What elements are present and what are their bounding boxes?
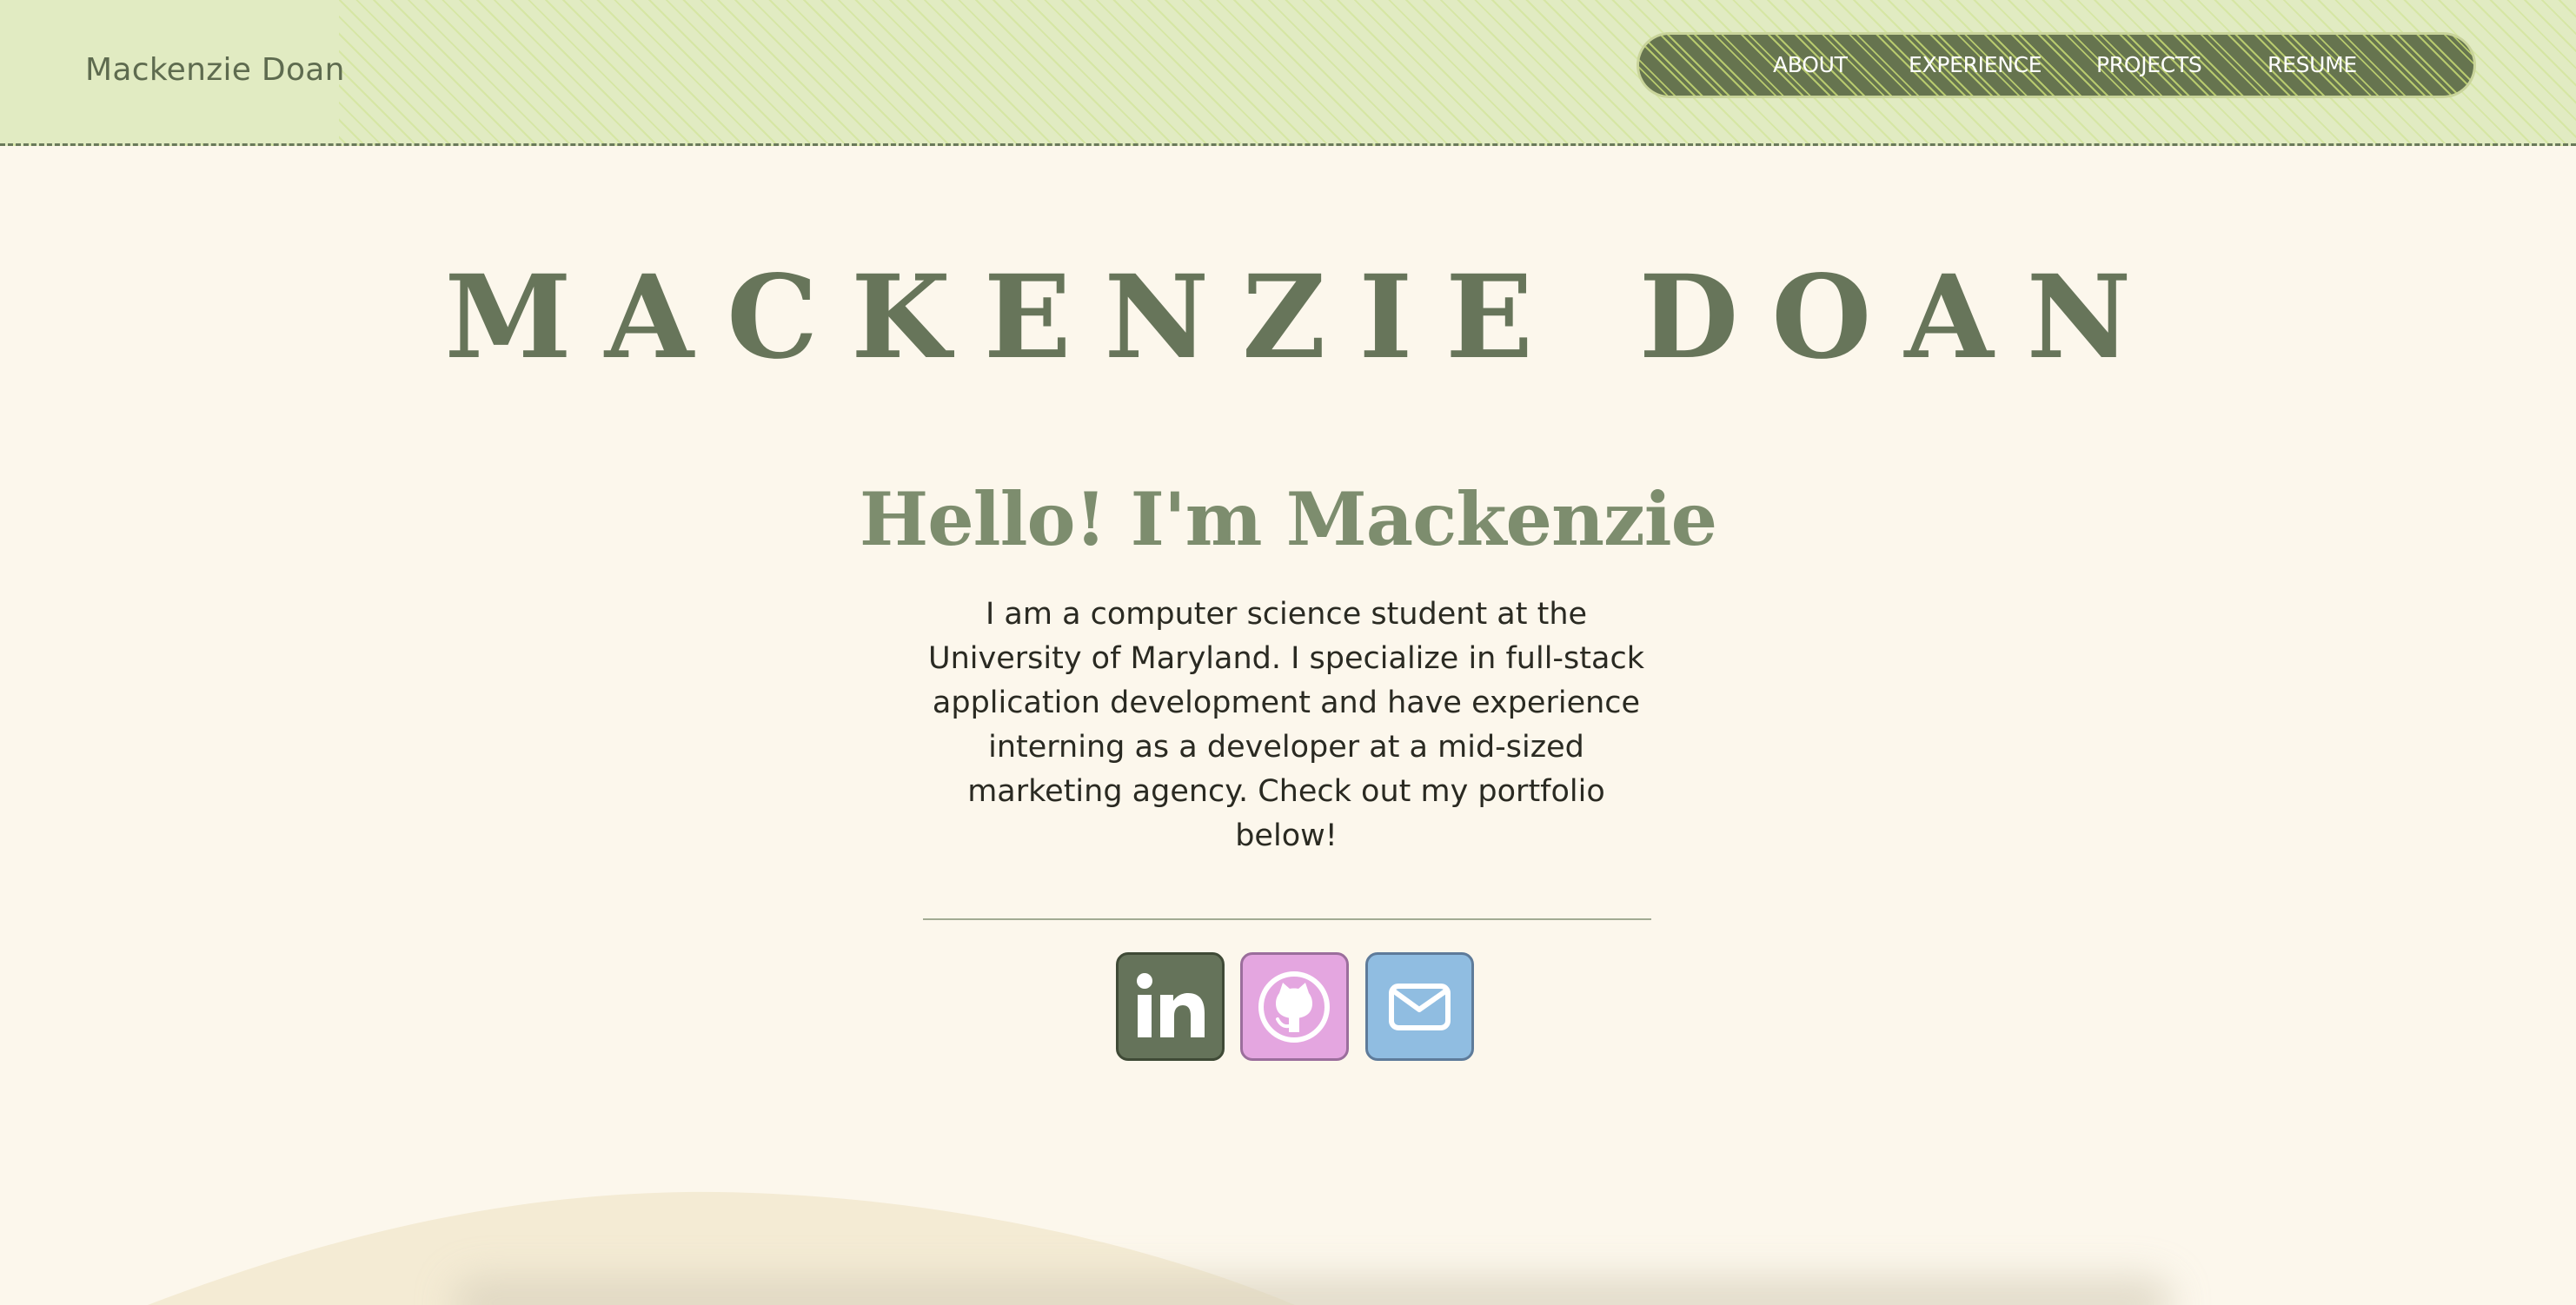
- nav-about[interactable]: ABOUT: [1773, 52, 1848, 77]
- bio-paragraph: I am a computer science student at the U…: [928, 597, 1644, 853]
- greeting-heading: Hello! I'm Mackenzie: [859, 476, 1717, 562]
- nav-resume[interactable]: RESUME: [2267, 52, 2357, 77]
- linkedin-icon: [1137, 973, 1205, 1037]
- bottom-wave-decoration: [148, 1191, 2173, 1305]
- brand-name[interactable]: Mackenzie Doan: [85, 52, 345, 88]
- divider: [923, 918, 1651, 920]
- mail-icon: [1389, 984, 1451, 1030]
- brand-block: Mackenzie Doan: [0, 0, 344, 143]
- github-icon: [1258, 971, 1330, 1043]
- email-button[interactable]: [1365, 952, 1474, 1061]
- nav-projects[interactable]: PROJECTS: [2096, 52, 2202, 77]
- hero-title: MACKENZIE DOAN: [444, 250, 2165, 385]
- main-nav: ABOUT EXPERIENCE PROJECTS RESUME: [1639, 35, 2473, 96]
- linkedin-button[interactable]: [1116, 952, 1225, 1061]
- github-button[interactable]: [1240, 952, 1349, 1061]
- site-header: Mackenzie Doan ABOUT EXPERIENCE PROJECTS…: [0, 0, 2576, 146]
- nav-experience[interactable]: EXPERIENCE: [1909, 52, 2042, 77]
